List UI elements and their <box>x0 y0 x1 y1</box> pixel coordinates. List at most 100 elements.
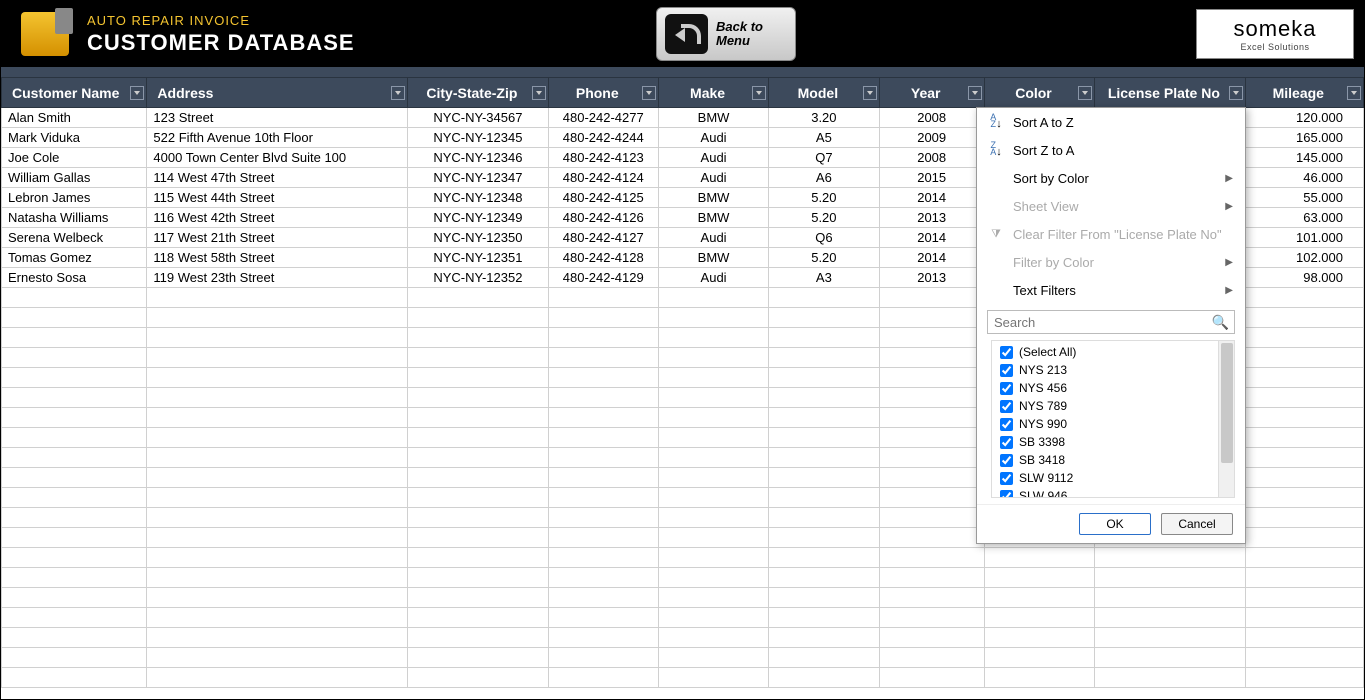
table-cell: Alan Smith <box>2 108 147 128</box>
table-cell: NYC-NY-12350 <box>408 228 548 248</box>
app-header: AUTO REPAIR INVOICE CUSTOMER DATABASE Ba… <box>1 1 1364 67</box>
sort-za-label: Sort Z to A <box>1013 143 1074 158</box>
column-filter-button[interactable] <box>391 86 405 100</box>
column-filter-button[interactable] <box>1078 86 1092 100</box>
sort-by-color[interactable]: Sort by Color ▶ <box>977 164 1245 192</box>
filter-checkbox-item[interactable]: NYS 213 <box>992 361 1234 379</box>
filter-checkbox-item[interactable]: (Select All) <box>992 343 1234 361</box>
filter-checkbox[interactable] <box>1000 490 1013 499</box>
table-cell: NYC-NY-12346 <box>408 148 548 168</box>
filter-checkbox[interactable] <box>1000 346 1013 359</box>
col-header: Make <box>658 78 768 108</box>
col-header-label: Phone <box>576 85 619 101</box>
table-cell: Audi <box>658 228 768 248</box>
column-filter-button[interactable] <box>752 86 766 100</box>
table-row-empty <box>2 668 1364 688</box>
table-cell: 480-242-4128 <box>548 248 658 268</box>
filter-checkbox[interactable] <box>1000 472 1013 485</box>
col-header: Mileage <box>1245 78 1363 108</box>
table-row-empty <box>2 548 1364 568</box>
filter-color-label: Filter by Color <box>1013 255 1094 270</box>
col-header: City-State-Zip <box>408 78 548 108</box>
sort-asc-icon: AZ↓ <box>987 114 1005 130</box>
filter-checkbox[interactable] <box>1000 418 1013 431</box>
submenu-arrow-icon: ▶ <box>1225 257 1233 268</box>
filter-checkbox-item[interactable]: NYS 789 <box>992 397 1234 415</box>
table-cell: A5 <box>769 128 879 148</box>
filter-checkbox[interactable] <box>1000 382 1013 395</box>
table-cell: 480-242-4126 <box>548 208 658 228</box>
filter-checkbox[interactable] <box>1000 364 1013 377</box>
filter-checkbox-item[interactable]: SLW 946 <box>992 487 1234 498</box>
table-cell: Ernesto Sosa <box>2 268 147 288</box>
brand-tagline: Excel Solutions <box>1240 42 1309 52</box>
table-cell: Natasha Williams <box>2 208 147 228</box>
table-cell: 4000 Town Center Blvd Suite 100 <box>147 148 408 168</box>
back-to-menu-button[interactable]: Back to Menu <box>656 7 796 61</box>
table-cell: 480-242-4127 <box>548 228 658 248</box>
column-filter-button[interactable] <box>863 86 877 100</box>
submenu-arrow-icon: ▶ <box>1225 173 1233 184</box>
table-row-empty <box>2 628 1364 648</box>
filter-ok-button[interactable]: OK <box>1079 513 1151 535</box>
table-cell: Audi <box>658 168 768 188</box>
filter-item-label: (Select All) <box>1019 345 1076 359</box>
filter-list-scrollbar[interactable] <box>1218 341 1234 497</box>
table-cell: 119 West 23th Street <box>147 268 408 288</box>
header-title: CUSTOMER DATABASE <box>87 30 355 56</box>
filter-dropdown: AZ↓ Sort A to Z ZA↓ Sort Z to A Sort by … <box>976 107 1246 544</box>
filter-checkbox-item[interactable]: SB 3398 <box>992 433 1234 451</box>
filter-search-input[interactable] <box>987 310 1235 334</box>
filter-checkbox[interactable] <box>1000 454 1013 467</box>
sort-a-to-z[interactable]: AZ↓ Sort A to Z <box>977 108 1245 136</box>
table-cell: Joe Cole <box>2 148 147 168</box>
column-filter-button[interactable] <box>1347 86 1361 100</box>
column-filter-button[interactable] <box>1229 86 1243 100</box>
filter-checkbox-item[interactable]: SLW 9112 <box>992 469 1234 487</box>
brand-badge: someka Excel Solutions <box>1196 9 1354 59</box>
col-header-label: Year <box>911 85 941 101</box>
table-cell: 5.20 <box>769 208 879 228</box>
column-filter-button[interactable] <box>130 86 144 100</box>
filter-cancel-button[interactable]: Cancel <box>1161 513 1233 535</box>
filter-item-label: NYS 789 <box>1019 399 1067 413</box>
table-cell: 2014 <box>879 188 984 208</box>
column-filter-button[interactable] <box>532 86 546 100</box>
table-cell: 115 West 44th Street <box>147 188 408 208</box>
filter-item-label: SLW 9112 <box>1019 471 1073 485</box>
filter-checkbox-item[interactable]: NYS 456 <box>992 379 1234 397</box>
filter-checkbox-item[interactable]: NYS 990 <box>992 415 1234 433</box>
table-row-empty <box>2 648 1364 668</box>
table-cell: 480-242-4123 <box>548 148 658 168</box>
filter-value-list: (Select All) NYS 213NYS 456 NYS 789 NYS 990… <box>991 340 1235 498</box>
table-cell: NYC-NY-12348 <box>408 188 548 208</box>
sort-z-to-a[interactable]: ZA↓ Sort Z to A <box>977 136 1245 164</box>
brand-name: someka <box>1233 16 1316 42</box>
filter-item-label: SB 3418 <box>1019 453 1065 467</box>
filter-checkbox[interactable] <box>1000 400 1013 413</box>
filter-checkbox[interactable] <box>1000 436 1013 449</box>
table-cell: 2014 <box>879 228 984 248</box>
table-cell: Q6 <box>769 228 879 248</box>
table-cell: 480-242-4125 <box>548 188 658 208</box>
table-cell: Q7 <box>769 148 879 168</box>
column-filter-button[interactable] <box>642 86 656 100</box>
col-header-label: Make <box>690 85 725 101</box>
table-cell: 120.000 <box>1245 108 1363 128</box>
filter-item-label: SLW 946 <box>1019 489 1067 498</box>
text-filters-label: Text Filters <box>1013 283 1076 298</box>
table-cell: 3.20 <box>769 108 879 128</box>
table-cell: Lebron James <box>2 188 147 208</box>
column-filter-button[interactable] <box>968 86 982 100</box>
col-header: Year <box>879 78 984 108</box>
table-cell: Mark Viduka <box>2 128 147 148</box>
text-filters[interactable]: Text Filters ▶ <box>977 276 1245 304</box>
table-cell: 116 West 42th Street <box>147 208 408 228</box>
col-header: Color <box>984 78 1094 108</box>
col-header: Model <box>769 78 879 108</box>
sort-az-label: Sort A to Z <box>1013 115 1074 130</box>
filter-checkbox-item[interactable]: SB 3418 <box>992 451 1234 469</box>
table-cell: William Gallas <box>2 168 147 188</box>
table-cell: A6 <box>769 168 879 188</box>
clear-filter: ⧩ Clear Filter From "License Plate No" <box>977 220 1245 248</box>
